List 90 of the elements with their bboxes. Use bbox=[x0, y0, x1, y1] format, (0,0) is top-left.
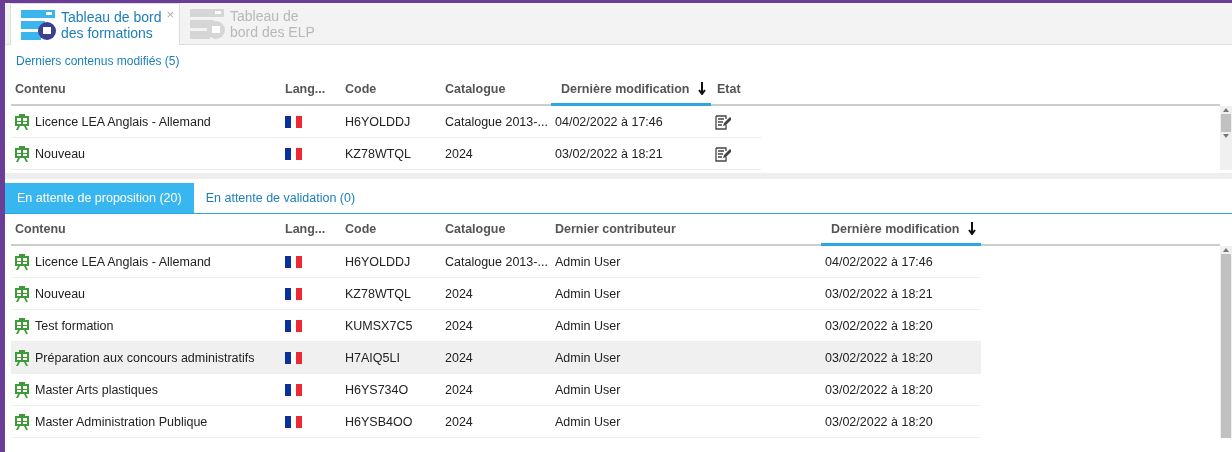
table-cell: 03/02/2022 à 18:21 bbox=[825, 286, 933, 301]
scrollbar[interactable] bbox=[1220, 246, 1232, 438]
french-flag-icon bbox=[285, 115, 302, 128]
column-header[interactable]: Code bbox=[341, 74, 441, 104]
table-cell: 2024 bbox=[445, 414, 473, 429]
easel-board-icon bbox=[15, 253, 29, 270]
table-cell: 03/02/2022 à 18:20 bbox=[825, 414, 933, 429]
table-cell: 03/02/2022 à 18:20 bbox=[825, 382, 933, 397]
table-cell: 2024 bbox=[445, 382, 473, 397]
table-cell: 2024 bbox=[445, 318, 473, 333]
tab-label: bord des ELP bbox=[230, 23, 315, 40]
table-cell: Nouveau bbox=[35, 146, 86, 161]
table-cell: 03/02/2022 à 18:20 bbox=[825, 318, 933, 333]
easel-board-icon bbox=[15, 317, 29, 334]
table-cell: H7AIQ5LI bbox=[345, 350, 400, 365]
french-flag-icon bbox=[285, 147, 302, 160]
section-title: Derniers contenus modifiés (5) bbox=[15, 53, 181, 70]
tab-label: des formations bbox=[61, 24, 154, 41]
table-row[interactable]: Nouveau KZ78WTQL 2024 Admin User 03/02/2022 à 18:21 bbox=[11, 278, 981, 310]
easel-board-icon bbox=[15, 113, 29, 130]
french-flag-icon bbox=[285, 415, 302, 428]
column-header[interactable]: Dernier contributeur bbox=[551, 214, 821, 244]
table-cell: Admin User bbox=[555, 254, 621, 269]
table-row[interactable]: Licence LEA Anglais - Allemand H6YOLDDJ Catalogue 2013-... Admin User 04/02/2022 à 17:46 bbox=[11, 246, 981, 278]
server-stack-icon bbox=[190, 8, 226, 39]
easel-board-icon bbox=[15, 285, 29, 302]
table-cell: H6YOLDDJ bbox=[345, 254, 411, 269]
french-flag-icon bbox=[285, 287, 302, 300]
table-cell: KZ78WTQL bbox=[345, 286, 411, 301]
table-cell: 2024 bbox=[445, 146, 473, 161]
easel-board-icon bbox=[15, 381, 29, 398]
table-cell: Master Administration Publique bbox=[35, 414, 208, 429]
table-cell: Licence LEA Anglais - Allemand bbox=[35, 254, 211, 269]
filter-tab[interactable]: En attente de validation (0) bbox=[193, 183, 368, 213]
table-cell: Admin User bbox=[555, 286, 621, 301]
table-cell: H6YS734O bbox=[345, 382, 409, 397]
dashboard-tab[interactable]: Tableau de bord des formations × bbox=[10, 3, 180, 45]
table-cell: Catalogue 2013-... bbox=[445, 254, 548, 269]
table-cell: 2024 bbox=[445, 350, 473, 365]
easel-board-icon bbox=[15, 145, 29, 162]
french-flag-icon bbox=[285, 351, 302, 364]
table-cell: Préparation aux concours administratifs bbox=[35, 350, 255, 365]
table-cell: KUMSX7C5 bbox=[345, 318, 413, 333]
table-row[interactable]: Master Arts plastiques H6YS734O 2024 Admin User 03/02/2022 à 18:20 bbox=[11, 374, 981, 406]
column-header[interactable]: Contenu bbox=[11, 74, 281, 104]
table-cell: Admin User bbox=[555, 318, 621, 333]
table-row[interactable]: Master Administration Publique H6YSB4OO 2024 Admin User 03/02/2022 à 18:20 bbox=[11, 406, 981, 438]
table-row[interactable]: Nouveau KZ78WTQL 2024 03/02/2022 à 18:21 bbox=[11, 138, 761, 170]
table-row[interactable]: Licence LEA Anglais - Allemand H6YOLDDJ Catalogue 2013-... 04/02/2022 à 17:46 bbox=[11, 106, 761, 138]
sort-arrow-icon bbox=[967, 222, 976, 235]
column-header[interactable]: Contenu bbox=[11, 214, 281, 244]
table-cell: Admin User bbox=[555, 382, 621, 397]
table-cell: Master Arts plastiques bbox=[35, 382, 158, 397]
french-flag-icon bbox=[285, 383, 302, 396]
table-cell: 04/02/2022 à 17:46 bbox=[555, 114, 663, 129]
table-cell: Catalogue 2013-... bbox=[445, 114, 548, 129]
table-cell: Admin User bbox=[555, 350, 621, 365]
column-header[interactable]: Catalogue bbox=[441, 214, 551, 244]
scrollbar[interactable] bbox=[1220, 106, 1232, 170]
column-header[interactable]: Lang... bbox=[281, 214, 341, 244]
table-cell: KZ78WTQL bbox=[345, 146, 411, 161]
french-flag-icon bbox=[285, 319, 302, 332]
column-header[interactable]: Catalogue bbox=[441, 74, 551, 104]
column-header[interactable]: Lang... bbox=[281, 74, 341, 104]
scroll-down-icon[interactable] bbox=[1220, 132, 1232, 140]
server-stack-icon bbox=[21, 9, 57, 40]
table-cell: 03/02/2022 à 18:21 bbox=[555, 146, 663, 161]
easel-board-icon bbox=[15, 413, 29, 430]
french-flag-icon bbox=[285, 255, 302, 268]
column-header[interactable]: Dernière modification bbox=[821, 214, 981, 246]
scroll-up-icon[interactable] bbox=[1220, 106, 1232, 114]
tab-label: Tableau de bbox=[230, 7, 300, 24]
tab-label: Tableau de bord bbox=[61, 8, 162, 25]
column-header[interactable]: Etat bbox=[711, 74, 761, 104]
edit-document-icon bbox=[715, 113, 731, 130]
table-cell: H6YSB4OO bbox=[345, 414, 413, 429]
table-cell: 04/02/2022 à 17:46 bbox=[825, 254, 933, 269]
edit-document-icon bbox=[715, 145, 731, 162]
table-cell: Licence LEA Anglais - Allemand bbox=[35, 114, 211, 129]
table-cell: 03/02/2022 à 18:20 bbox=[825, 350, 933, 365]
table-cell: Nouveau bbox=[35, 286, 86, 301]
column-header[interactable]: Dernière modification bbox=[551, 74, 711, 106]
table-cell: 2024 bbox=[445, 286, 473, 301]
table-row[interactable]: Préparation aux concours administratifs H7AIQ5LI 2024 Admin User 03/02/2022 à 18:20 bbox=[11, 342, 981, 374]
table-cell: H6YOLDDJ bbox=[345, 114, 411, 129]
table-cell: Test formation bbox=[35, 318, 114, 333]
easel-board-icon bbox=[15, 349, 29, 366]
sort-arrow-icon bbox=[697, 82, 706, 95]
column-header[interactable]: Code bbox=[341, 214, 441, 244]
table-cell: Admin User bbox=[555, 414, 621, 429]
